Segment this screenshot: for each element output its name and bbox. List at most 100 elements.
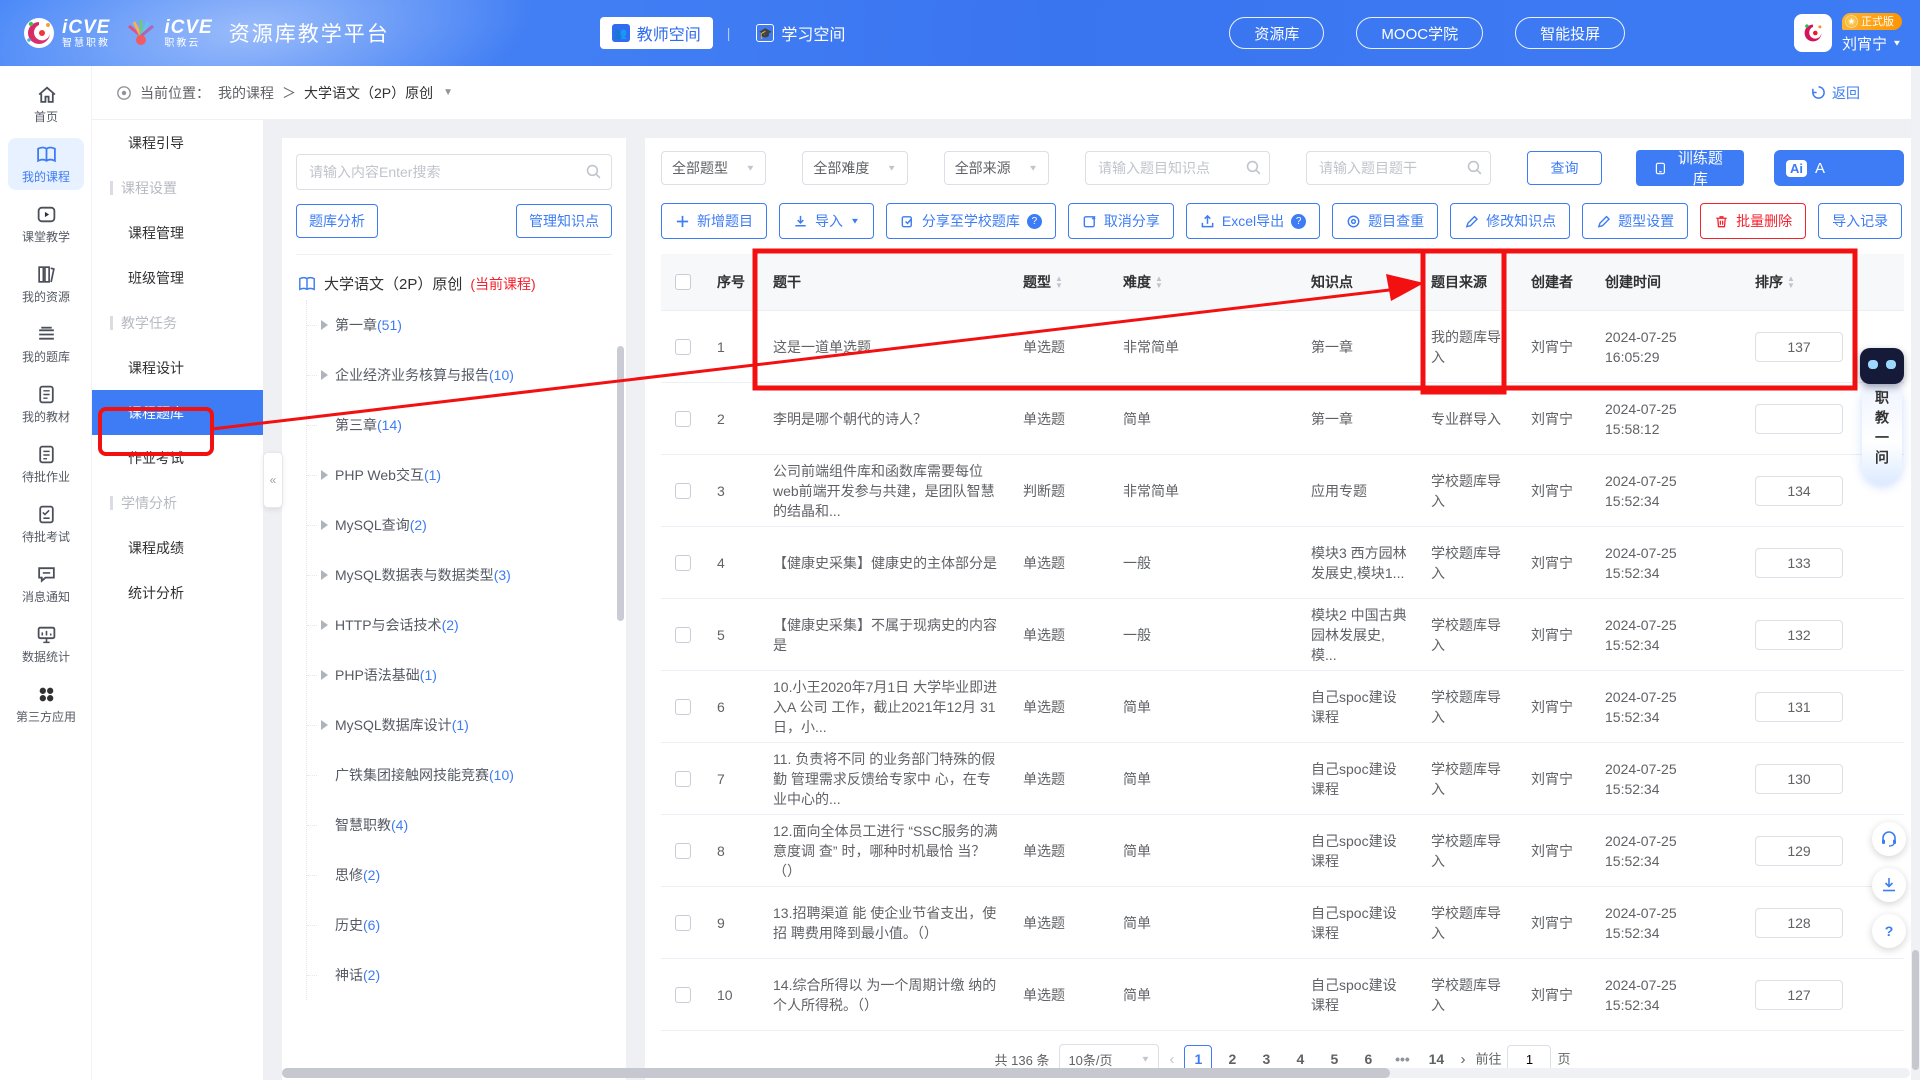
sidebar-item-course[interactable]: 我的课程 (8, 138, 84, 190)
expand-icon[interactable] (321, 620, 328, 630)
toolbar-button-修改知识点[interactable]: 修改知识点 (1450, 203, 1570, 239)
filter-select-1[interactable]: 全部难度▼ (802, 151, 907, 185)
tree-node[interactable]: 广铁集团接触网技能竞赛(10) (307, 750, 612, 800)
submenu-item-课程引导[interactable]: 课程引导 (92, 120, 263, 165)
expand-icon[interactable] (321, 520, 328, 530)
resource-lib-button[interactable]: 资源库 (1229, 17, 1324, 49)
submenu-item-课程设计[interactable]: 课程设计 (92, 345, 263, 390)
breadcrumb-parent-link[interactable]: 我的课程 (218, 83, 274, 103)
tree-node[interactable]: 思修(2) (307, 850, 612, 900)
sort-input[interactable] (1755, 404, 1843, 434)
filter-select-0[interactable]: 全部题型▼ (661, 151, 766, 185)
sidebar-item-teach[interactable]: 课堂教学 (8, 198, 84, 250)
tree-node[interactable]: MySQL数据表与数据类型(3) (307, 550, 612, 600)
row-checkbox[interactable] (675, 987, 691, 1003)
row-checkbox[interactable] (675, 411, 691, 427)
tree-node[interactable]: 第一章(51) (307, 300, 612, 350)
stem-filter-input[interactable] (1306, 151, 1491, 185)
help-icon[interactable]: ? (1291, 214, 1306, 229)
submenu-item-课程题库[interactable]: 课程题库 (92, 390, 263, 435)
toolbar-button-分享至学校题库[interactable]: 分享至学校题库? (886, 203, 1056, 239)
sidebar-item-textbook[interactable]: 我的教材 (8, 378, 84, 430)
submenu-item-课程成绩[interactable]: 课程成绩 (92, 525, 263, 570)
expand-icon[interactable] (321, 670, 328, 680)
row-checkbox[interactable] (675, 339, 691, 355)
vertical-scrollbar[interactable] (1911, 66, 1920, 1080)
row-checkbox[interactable] (675, 699, 691, 715)
prev-page-button[interactable]: ‹ (1169, 1051, 1174, 1068)
nav-teacher-space[interactable]: 👥 教师空间 (600, 17, 713, 49)
tree-node[interactable]: MySQL数据库设计(1) (307, 700, 612, 750)
sort-icon[interactable]: ▲▼ (1155, 275, 1163, 289)
next-page-button[interactable]: › (1460, 1051, 1465, 1068)
submenu-item-统计分析[interactable]: 统计分析 (92, 570, 263, 615)
sidebar-item-bank[interactable]: 我的题库 (8, 318, 84, 370)
expand-icon[interactable] (321, 570, 328, 580)
user-name[interactable]: 刘宵宁▼ (1842, 33, 1902, 54)
sort-input[interactable] (1755, 908, 1843, 938)
toolbar-button-取消分享[interactable]: 取消分享 (1068, 203, 1174, 239)
tree-node[interactable]: PHP Web交互(1) (307, 450, 612, 500)
tree-node[interactable]: 神话(2) (307, 950, 612, 1000)
row-checkbox[interactable] (675, 915, 691, 931)
sort-input[interactable] (1755, 692, 1843, 722)
sort-input[interactable] (1755, 764, 1843, 794)
mooc-college-button[interactable]: MOOC学院 (1356, 17, 1483, 49)
sort-input[interactable] (1755, 476, 1843, 506)
avatar[interactable] (1794, 14, 1832, 52)
select-all-checkbox[interactable] (675, 274, 691, 290)
tree-search-input[interactable] (296, 154, 612, 190)
row-checkbox[interactable] (675, 771, 691, 787)
sort-icon[interactable]: ▲▼ (1055, 275, 1063, 289)
sort-icon[interactable]: ▲▼ (1787, 275, 1795, 289)
toolbar-button-新增题目[interactable]: 新增题目 (661, 203, 767, 239)
submenu-item-班级管理[interactable]: 班级管理 (92, 255, 263, 300)
tree-node[interactable]: 智慧职教(4) (307, 800, 612, 850)
smart-cast-button[interactable]: 智能投屏 (1515, 17, 1625, 49)
knowledge-filter-input[interactable] (1085, 151, 1270, 185)
expand-icon[interactable] (321, 720, 328, 730)
sidebar-item-home[interactable]: 首页 (8, 78, 84, 130)
sort-input[interactable] (1755, 332, 1843, 362)
filter-select-2[interactable]: 全部来源▼ (944, 151, 1049, 185)
tree-scrollbar[interactable] (617, 346, 624, 621)
horizontal-scrollbar-thumb[interactable] (282, 1068, 1390, 1078)
sidebar-item-exam[interactable]: 待批考试 (8, 498, 84, 550)
sidebar-item-message[interactable]: 消息通知 (8, 558, 84, 610)
back-button[interactable]: 返回 (1811, 83, 1860, 103)
sidebar-item-resource[interactable]: 我的资源 (8, 258, 84, 310)
expand-icon[interactable] (321, 370, 328, 380)
customer-service-button[interactable] (1872, 822, 1906, 856)
tree-node[interactable]: MySQL查询(2) (307, 500, 612, 550)
expand-icon[interactable] (321, 320, 328, 330)
tree-node[interactable]: 历史(6) (307, 900, 612, 950)
help-button[interactable]: ? (1872, 914, 1906, 948)
tree-node[interactable]: 第三章(14) (307, 400, 612, 450)
sort-input[interactable] (1755, 548, 1843, 578)
toolbar-button-Excel导出[interactable]: Excel导出? (1186, 203, 1320, 239)
breadcrumb-caret-icon[interactable]: ▼ (443, 87, 453, 98)
vertical-scrollbar-thumb[interactable] (1912, 950, 1919, 1070)
sort-input[interactable] (1755, 980, 1843, 1010)
toolbar-button-题目查重[interactable]: 题目查重 (1332, 203, 1438, 239)
row-checkbox[interactable] (675, 555, 691, 571)
sidebar-item-stats[interactable]: 数据统计 (8, 618, 84, 670)
tree-node[interactable]: 企业经济业务核算与报告(10) (307, 350, 612, 400)
row-checkbox[interactable] (675, 843, 691, 859)
train-bank-button[interactable]: 训练题库 (1636, 150, 1744, 186)
toolbar-button-导入[interactable]: 导入▼ (779, 203, 874, 239)
sidebar-item-apps[interactable]: 第三方应用 (8, 678, 84, 730)
toolbar-button-题型设置[interactable]: 题型设置 (1582, 203, 1688, 239)
ai-button[interactable]: Ai A (1774, 150, 1904, 186)
tree-root-course[interactable]: 大学语文（2P）原创 (当前课程) (298, 273, 610, 294)
sort-input[interactable] (1755, 836, 1843, 866)
bank-analysis-button[interactable]: 题库分析 (296, 204, 378, 238)
download-button[interactable] (1872, 868, 1906, 902)
toolbar-button-导入记录[interactable]: 导入记录 (1818, 203, 1902, 239)
collapse-sidebar-handle[interactable]: « (263, 452, 283, 508)
submenu-item-作业考试[interactable]: 作业考试 (92, 435, 263, 480)
sort-input[interactable] (1755, 620, 1843, 650)
row-checkbox[interactable] (675, 483, 691, 499)
tree-node[interactable]: PHP语法基础(1) (307, 650, 612, 700)
tree-node[interactable]: HTTP与会话技术(2) (307, 600, 612, 650)
